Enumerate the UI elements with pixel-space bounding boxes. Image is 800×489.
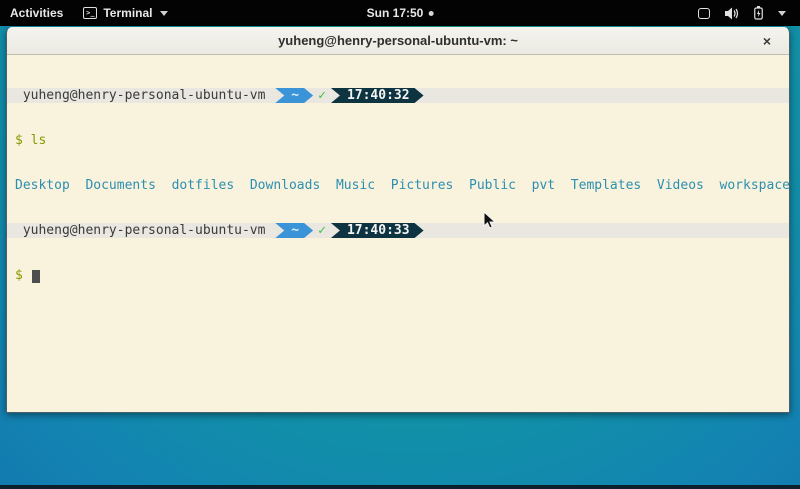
window-title: yuheng@henry-personal-ubuntu-vm: ~ — [278, 33, 518, 48]
terminal-window: yuheng@henry-personal-ubuntu-vm: ~ × yuh… — [6, 27, 790, 413]
battery-charging-icon — [754, 6, 763, 20]
prompt-status-check-icon: ✓ — [318, 88, 326, 103]
volume-icon — [725, 7, 739, 20]
activities-button[interactable]: Activities — [10, 6, 63, 20]
command-text: ls — [31, 133, 47, 148]
ls-entry: pvt — [532, 178, 555, 193]
screen: Activities >_ Terminal Sun 17:50 — [0, 0, 800, 489]
app-menu-label: Terminal — [103, 6, 152, 20]
screen-share-icon — [698, 8, 710, 19]
notification-dot — [428, 11, 433, 16]
close-button[interactable]: × — [757, 31, 777, 51]
ls-entry: Documents — [85, 178, 155, 193]
window-titlebar[interactable]: yuheng@henry-personal-ubuntu-vm: ~ × — [7, 27, 789, 55]
chevron-down-icon — [160, 11, 168, 16]
ls-entry: workspace — [720, 178, 789, 193]
app-menu-terminal[interactable]: >_ Terminal — [83, 6, 168, 20]
ls-entry: Videos — [657, 178, 704, 193]
command-line: $ ls — [7, 133, 789, 148]
gnome-top-bar: Activities >_ Terminal Sun 17:50 — [0, 0, 800, 26]
prompt-path-segment: ~ — [275, 88, 313, 103]
prompt-line-2: yuheng@henry-personal-ubuntu-vm ~ ✓ 17:40:… — [7, 223, 789, 238]
prompt-user: yuheng@henry-personal-ubuntu-vm — [15, 223, 273, 238]
ls-entry: Pictures — [391, 178, 454, 193]
ls-entry: dotfiles — [172, 178, 235, 193]
system-status-area[interactable] — [698, 0, 800, 26]
prompt-symbol: $ — [15, 133, 23, 148]
terminal-icon: >_ — [83, 7, 97, 19]
prompt-line-1: yuheng@henry-personal-ubuntu-vm ~ ✓ 17:40:… — [7, 88, 789, 103]
terminal-content[interactable]: yuheng@henry-personal-ubuntu-vm ~ ✓ 17:40:… — [7, 55, 789, 412]
desktop-bottom-strip — [0, 485, 800, 489]
prompt-user: yuheng@henry-personal-ubuntu-vm — [15, 88, 273, 103]
ls-entry: Downloads — [250, 178, 320, 193]
ls-entry: Public — [469, 178, 516, 193]
clock-label: Sun 17:50 — [367, 6, 424, 20]
current-command-line: $ — [7, 268, 789, 283]
prompt-time-segment: 17:40:32 — [331, 88, 424, 103]
ls-entry: Templates — [571, 178, 641, 193]
ls-entry: Music — [336, 178, 375, 193]
chevron-down-icon — [778, 11, 786, 16]
ls-output-line: Desktop Documents dotfiles Downloads Mus… — [7, 178, 789, 193]
prompt-status-check-icon: ✓ — [318, 223, 326, 238]
prompt-time-segment: 17:40:33 — [331, 223, 424, 238]
clock-button[interactable]: Sun 17:50 — [367, 6, 434, 20]
ls-entry: Desktop — [15, 178, 70, 193]
terminal-cursor — [32, 270, 40, 283]
prompt-symbol: $ — [15, 268, 23, 283]
prompt-path-segment: ~ — [275, 223, 313, 238]
